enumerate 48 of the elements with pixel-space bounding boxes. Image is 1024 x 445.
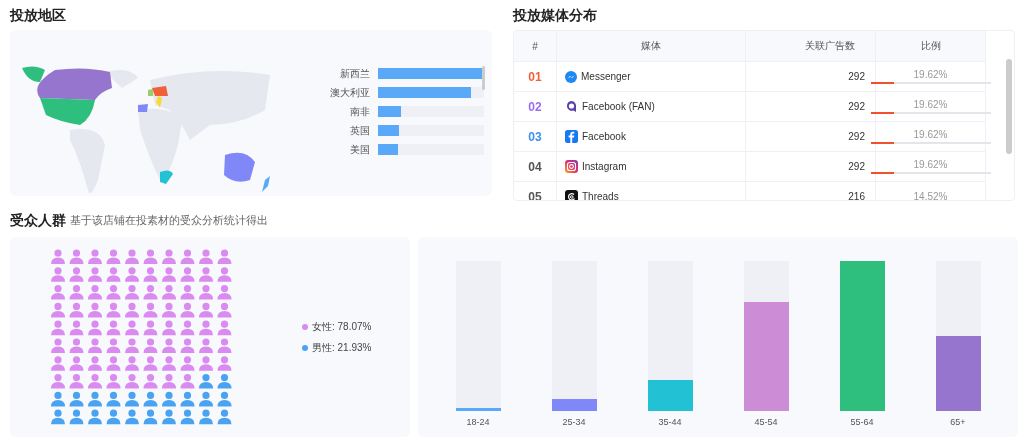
country-label: 新西兰: [339, 66, 370, 81]
media-name: Instagram: [582, 161, 627, 172]
ratio-text: 14.52%: [913, 191, 948, 200]
ad-count: 216: [848, 191, 865, 200]
rank-number: 03: [528, 129, 542, 144]
scrollbar[interactable]: [1006, 59, 1012, 154]
ratio-text: 19.62%: [913, 159, 948, 170]
age-label: 25-34: [562, 417, 586, 427]
rank-number: 04: [528, 159, 542, 174]
column-header: #: [532, 40, 538, 52]
threads-icon: [565, 190, 578, 200]
section-subtitle: 基于该店铺在投素材的受众分析统计得出: [70, 214, 268, 226]
rank-number: 02: [528, 99, 542, 114]
rank-number: 05: [528, 189, 542, 200]
age-label: 18-24: [466, 417, 490, 427]
media-name: Facebook: [582, 131, 626, 142]
age-label: 45-54: [754, 417, 778, 427]
speech-bubble-icon: [565, 100, 578, 113]
messenger-icon: [565, 70, 577, 83]
rank-number: 01: [528, 69, 542, 84]
legend-label: 女性: 78.07%: [312, 319, 372, 334]
ratio-text: 19.62%: [913, 69, 948, 80]
column-header: 比例: [920, 40, 941, 51]
column-header: 关联广告数: [805, 40, 855, 51]
ad-count: 292: [848, 131, 865, 142]
age-label: 65+: [950, 417, 966, 427]
country-label: 美国: [349, 142, 370, 157]
country-label: 南非: [349, 104, 370, 119]
ratio-text: 19.62%: [913, 99, 948, 110]
ad-count: 292: [848, 161, 865, 172]
section-title: 受众人群: [10, 213, 66, 227]
country-label: 澳大利亚: [329, 85, 370, 100]
column-header: 媒体: [641, 40, 661, 51]
section-title: 投放媒体分布: [513, 8, 597, 22]
media-name: Messenger: [581, 71, 631, 82]
age-label: 55-64: [850, 417, 874, 427]
media-name: Facebook (FAN): [582, 101, 655, 112]
facebook-icon: [565, 130, 578, 143]
legend-label: 男性: 21.93%: [312, 340, 372, 355]
age-label: 35-44: [658, 417, 682, 427]
country-label: 英国: [349, 123, 370, 138]
camera-icon: [565, 160, 578, 173]
section-title: 投放地区: [10, 8, 66, 22]
ad-count: 292: [848, 101, 865, 112]
ratio-text: 19.62%: [913, 129, 948, 140]
ad-count: 292: [848, 71, 865, 82]
scrollbar[interactable]: [482, 66, 485, 90]
media-name: Threads: [582, 191, 619, 200]
